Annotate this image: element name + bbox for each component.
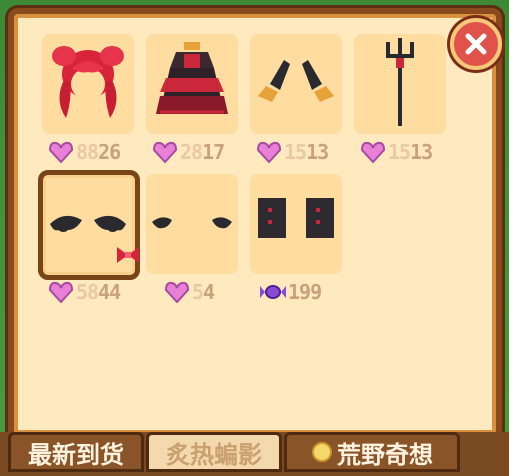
close-button[interactable] (450, 18, 502, 70)
shop-item-small-wings[interactable]: 54 (146, 174, 238, 304)
price-label: 28 17 (152, 140, 225, 164)
new-ribbon-icon (117, 247, 139, 263)
price-label: 15 13 (360, 140, 433, 164)
price-value: 13 (306, 140, 329, 164)
price-value: 17 (202, 140, 225, 164)
tab-label: 最新到货 (28, 440, 124, 469)
price-value: 26 (98, 140, 121, 164)
gothic-dress-icon (156, 42, 228, 114)
price-value: 199 (288, 280, 322, 304)
shop-item-boots[interactable]: 199 (250, 174, 342, 304)
heart-currency-icon (256, 141, 282, 163)
trident-icon (386, 38, 414, 126)
item-grid: 88 26 28 17 15 13 15 13 58 44 5 4 199 (38, 34, 482, 304)
tab-wild-fantasy[interactable]: 荒野奇想 (284, 432, 460, 472)
heart-currency-icon (360, 141, 386, 163)
shop-panel: 88 26 28 17 15 13 15 13 58 44 5 4 199 (8, 8, 502, 440)
tab-newest-arrivals[interactable]: 最新到货 (8, 432, 144, 472)
dark-boots-icon (258, 198, 334, 238)
sun-badge-icon (312, 442, 332, 462)
price-label: 199 (260, 280, 322, 304)
shop-item-hair[interactable]: 88 26 (42, 34, 134, 164)
price-label: 58 44 (48, 280, 121, 304)
price-value: 44 (98, 280, 121, 304)
close-icon (465, 33, 487, 55)
tab-label: 炙热蝙影 (166, 440, 262, 469)
bat-cuffs-icon (258, 60, 334, 102)
heart-currency-icon (164, 281, 190, 303)
shop-item-cuffs[interactable]: 15 13 (250, 34, 342, 164)
price-label: 88 26 (48, 140, 121, 164)
heart-currency-icon (48, 141, 74, 163)
price-label: 54 (164, 280, 215, 304)
shop-item-dress[interactable]: 28 17 (146, 34, 238, 164)
heart-currency-icon (152, 141, 178, 163)
candy-currency-icon (260, 285, 286, 299)
price-value: 13 (410, 140, 433, 164)
tab-label: 荒野奇想 (337, 440, 433, 469)
price-strike: 28 (180, 140, 203, 164)
small-bat-wings-icon (152, 217, 232, 229)
price-strike: 88 (76, 140, 99, 164)
price-strike: 5 (192, 280, 204, 304)
shop-item-wings-selected[interactable]: 58 44 (38, 170, 140, 304)
red-hair-icon (52, 46, 124, 118)
price-strike: 15 (388, 140, 411, 164)
price-strike: 58 (76, 280, 99, 304)
shop-item-trident[interactable]: 15 13 (354, 34, 446, 164)
price-label: 15 13 (256, 140, 329, 164)
price-strike: 15 (284, 140, 307, 164)
heart-currency-icon (48, 281, 74, 303)
price-value: 4 (203, 280, 215, 304)
tab-hot-bat-shadow[interactable]: 炙热蝙影 (146, 432, 282, 472)
category-tabs: 最新到货 炙热蝙影 荒野奇想 (0, 432, 509, 476)
